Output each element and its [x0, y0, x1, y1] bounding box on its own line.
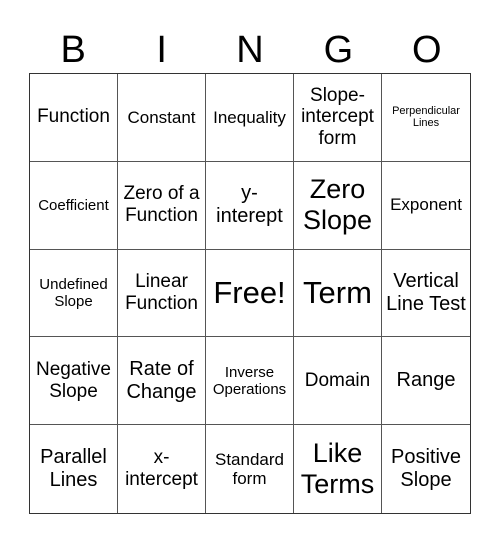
bingo-cell[interactable]: Inverse Operations	[206, 337, 294, 426]
bingo-cell[interactable]: Zero Slope	[294, 161, 382, 250]
header-letter-o: O	[412, 29, 442, 71]
free-space-cell[interactable]: Free!	[206, 249, 294, 338]
bingo-header: B I N G O	[29, 28, 471, 72]
bingo-cell[interactable]: Coefficient	[30, 161, 118, 250]
bingo-cell[interactable]: x-intercept	[118, 425, 206, 513]
bingo-cell[interactable]: Positive Slope	[382, 425, 470, 513]
header-letter-b: B	[60, 29, 86, 71]
bingo-cell[interactable]: Inequality	[206, 74, 294, 162]
header-letter-i: I	[156, 29, 167, 71]
bingo-cell[interactable]: Standard form	[206, 425, 294, 513]
bingo-cell[interactable]: Slope-intercept form	[294, 74, 382, 162]
bingo-cell[interactable]: Range	[382, 337, 470, 426]
bingo-cell[interactable]: y-interept	[206, 161, 294, 250]
bingo-cell[interactable]: Constant	[118, 74, 206, 162]
bingo-cell[interactable]: Rate of Change	[118, 337, 206, 426]
bingo-cell[interactable]: Negative Slope	[30, 337, 118, 426]
bingo-cell[interactable]: Exponent	[382, 162, 470, 250]
bingo-cell[interactable]: Term	[294, 249, 382, 338]
bingo-cell[interactable]: Domain	[294, 337, 382, 426]
bingo-cell[interactable]: Vertical Line Test	[382, 250, 470, 338]
header-letter-n: N	[236, 29, 264, 71]
bingo-cell[interactable]: Linear Function	[118, 249, 206, 338]
bingo-cell[interactable]: Function	[30, 74, 118, 162]
bingo-grid: Function Constant Inequality Slope-inter…	[29, 73, 471, 514]
bingo-cell[interactable]: Zero of a Function	[118, 161, 206, 250]
bingo-cell[interactable]: Parallel Lines	[30, 425, 118, 513]
header-letter-g: G	[323, 29, 354, 71]
bingo-cell[interactable]: Like Terms	[294, 425, 382, 513]
bingo-cell[interactable]: Undefined Slope	[30, 249, 118, 338]
bingo-cell[interactable]: Perpendicular Lines	[382, 74, 470, 162]
